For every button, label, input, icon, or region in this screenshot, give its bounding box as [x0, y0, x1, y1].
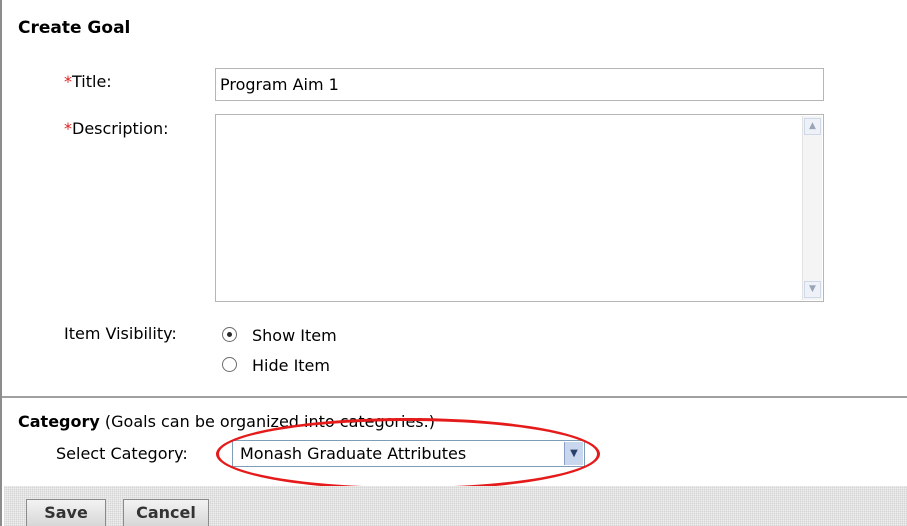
- description-textarea[interactable]: ▲ ▼: [215, 114, 824, 302]
- required-marker: *: [64, 72, 72, 91]
- scroll-down-arrow-icon[interactable]: ▼: [804, 281, 821, 298]
- description-label: *Description:: [64, 119, 169, 138]
- category-title: Category: [18, 412, 100, 431]
- title-label: *Title:: [64, 72, 112, 91]
- select-category-label: Select Category:: [56, 444, 188, 463]
- show-item-label: Show Item: [252, 326, 337, 345]
- save-button[interactable]: Save: [26, 499, 106, 526]
- scroll-up-arrow-icon[interactable]: ▲: [804, 118, 821, 135]
- page-title: Create Goal: [18, 18, 131, 38]
- title-label-text: Title:: [72, 72, 112, 91]
- show-item-radio[interactable]: [222, 327, 237, 342]
- title-input[interactable]: Program Aim 1: [215, 68, 824, 101]
- visibility-label: Item Visibility:: [64, 324, 177, 343]
- hide-item-radio[interactable]: [222, 357, 237, 372]
- required-marker: *: [64, 119, 72, 138]
- description-label-text: Description:: [72, 119, 169, 138]
- annotation-highlight-ellipse: [216, 418, 600, 490]
- cancel-button[interactable]: Cancel: [123, 499, 209, 526]
- create-goal-panel: Create Goal *Title: Program Aim 1 *Descr…: [0, 0, 907, 526]
- section-divider: [2, 396, 907, 398]
- hide-item-label: Hide Item: [252, 356, 330, 375]
- description-scrollbar[interactable]: ▲ ▼: [802, 116, 822, 300]
